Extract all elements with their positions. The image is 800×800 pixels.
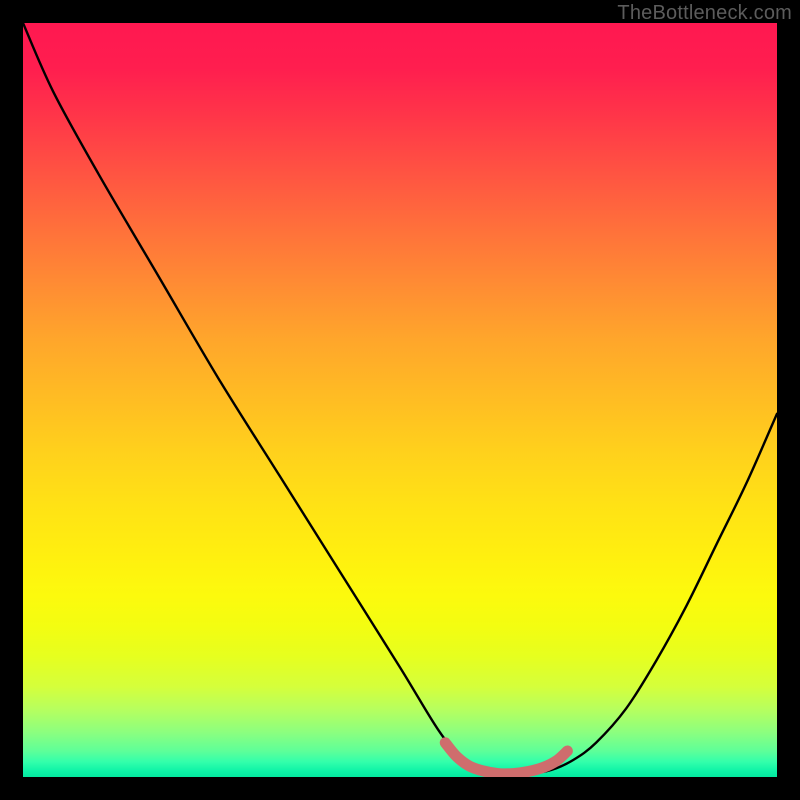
chart-frame: TheBottleneck.com: [0, 0, 800, 800]
optimal-range-segment: [445, 743, 567, 774]
plot-area: [23, 23, 777, 777]
bottleneck-curve: [23, 23, 777, 774]
watermark-text: TheBottleneck.com: [617, 2, 792, 25]
curve-overlay: [23, 23, 777, 777]
